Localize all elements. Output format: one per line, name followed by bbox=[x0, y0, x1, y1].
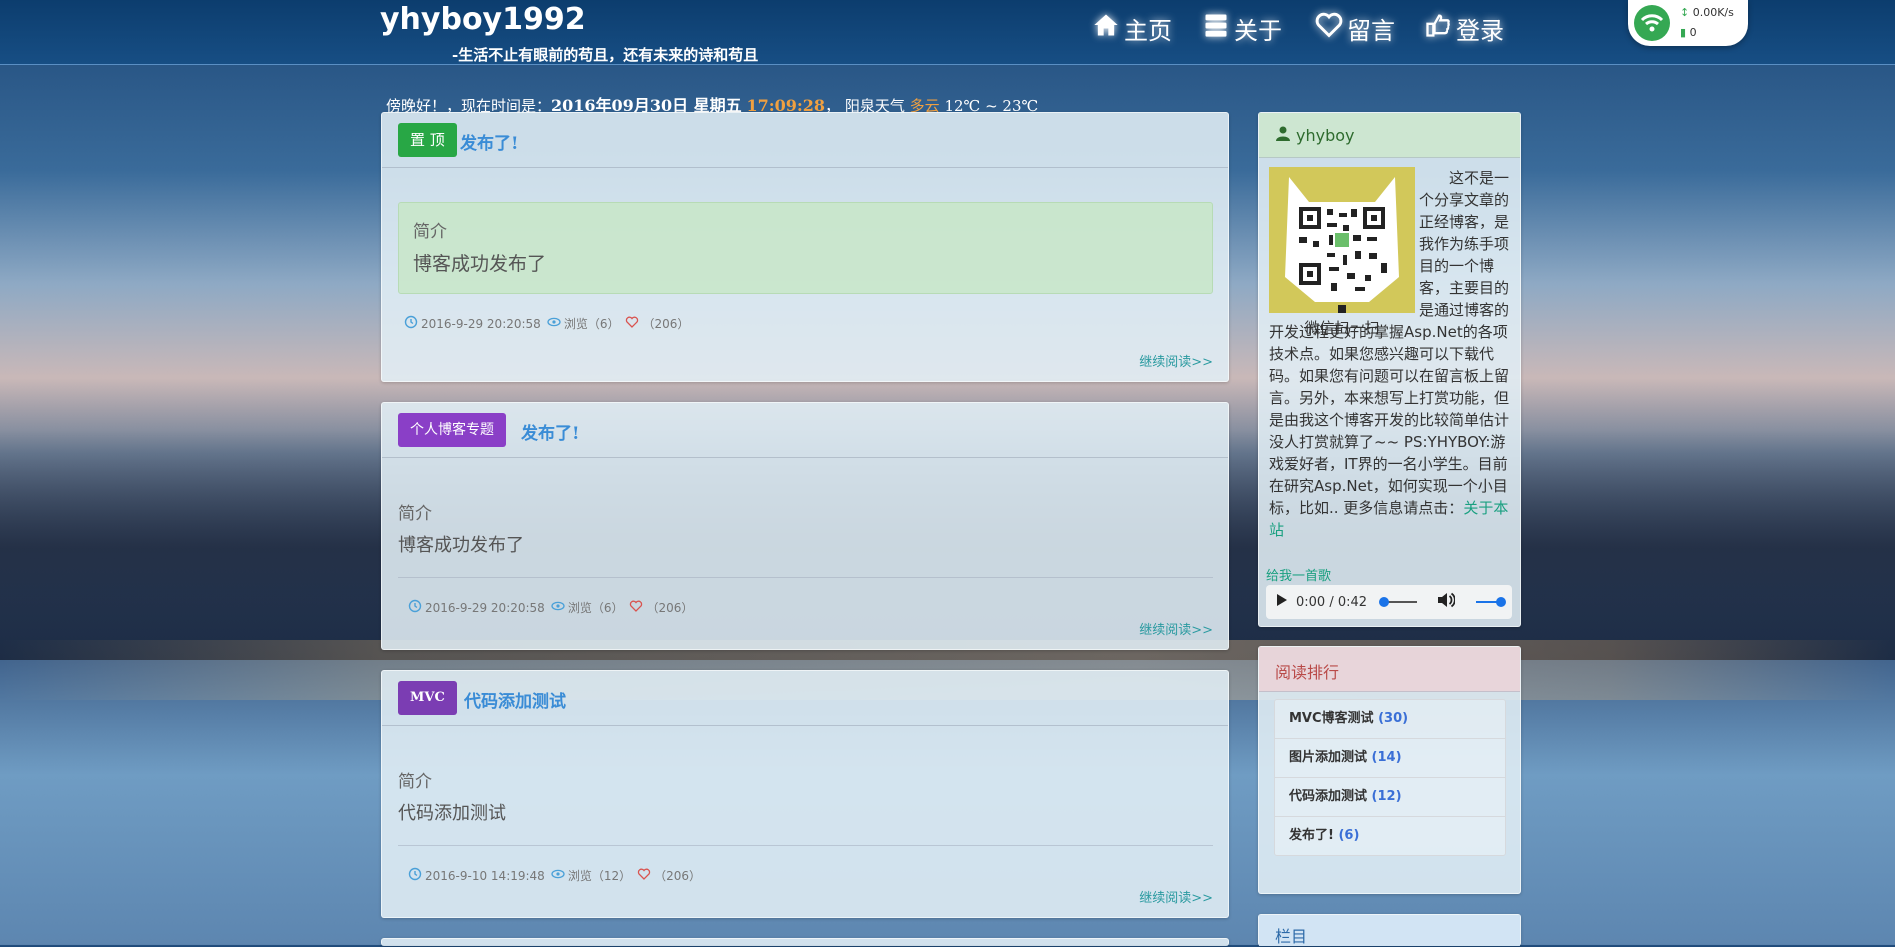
audio-progress-slider[interactable] bbox=[1379, 596, 1419, 608]
post-divider bbox=[398, 577, 1213, 578]
column-panel: 栏目 bbox=[1258, 914, 1521, 946]
play-icon[interactable] bbox=[1276, 593, 1288, 611]
profile-header: yhyboy bbox=[1259, 113, 1520, 158]
post-tag[interactable]: 个人博客专题 bbox=[398, 413, 506, 447]
profile-panel: yhyboy 微信扫一扫 这不是一个分享文章的正经博客，是我作为练手项目的一个博 bbox=[1258, 112, 1521, 627]
column-header: 栏目 bbox=[1259, 915, 1520, 946]
ranking-panel: 阅读排行 MVC博客测试 (30) 图片添加测试 (14) 代码添加测试 (12… bbox=[1258, 646, 1521, 894]
song-link[interactable]: 给我一首歌 bbox=[1266, 565, 1331, 584]
heart-icon bbox=[623, 599, 646, 616]
site-subtitle: -生活不止有眼前的苟且，还有未来的诗和苟且 bbox=[452, 46, 759, 64]
site-header: yhyboy1992 -生活不止有眼前的苟且，还有未来的诗和苟且 主页 关于 留… bbox=[0, 0, 1895, 65]
eye-icon bbox=[541, 315, 564, 332]
ranking-header: 阅读排行 bbox=[1259, 647, 1520, 692]
post-card: 置 顶 发布了! 简介 博客成功发布了 2016-9-29 20:20:58 浏… bbox=[381, 112, 1229, 382]
rank-item-name: 发布了! bbox=[1289, 828, 1334, 843]
post-divider bbox=[398, 845, 1213, 846]
post-meta: 2016-9-29 20:20:58 浏览（6） （206） bbox=[398, 315, 689, 332]
rank-item-name: MVC博客测试 bbox=[1289, 711, 1374, 726]
nav-message[interactable]: 留言 bbox=[1315, 8, 1395, 48]
post-card-header: 置 顶 发布了! bbox=[382, 113, 1228, 168]
post-date: 2016-9-29 20:20:58 bbox=[425, 600, 545, 615]
nav-home[interactable]: 主页 bbox=[1092, 8, 1172, 48]
list-icon bbox=[1202, 11, 1234, 45]
wifi-icon bbox=[1634, 5, 1670, 41]
user-icon bbox=[1275, 125, 1291, 145]
list-item[interactable]: 代码添加测试 (12) bbox=[1275, 778, 1505, 817]
nav-home-label: 主页 bbox=[1124, 16, 1172, 45]
post-title[interactable]: 代码添加测试 bbox=[464, 687, 566, 712]
post-card: 个人博客专题 发布了! 简介 博客成功发布了 2016-9-29 20:20:5… bbox=[381, 402, 1229, 650]
post-title[interactable]: 发布了! bbox=[521, 419, 579, 444]
list-item[interactable]: 发布了! (6) bbox=[1275, 817, 1505, 855]
post-views: 浏览（6） bbox=[567, 601, 624, 615]
read-more-link[interactable]: 继续阅读>> bbox=[1139, 619, 1213, 638]
post-date: 2016-9-29 20:20:58 bbox=[421, 316, 541, 331]
profile-name: yhyboy bbox=[1296, 125, 1355, 145]
list-item[interactable]: MVC博客测试 (30) bbox=[1275, 700, 1505, 739]
post-likes: （206） bbox=[642, 317, 690, 331]
rank-item-count: (6) bbox=[1338, 828, 1360, 843]
clock-icon bbox=[398, 315, 421, 332]
read-more-link[interactable]: 继续阅读>> bbox=[1139, 351, 1213, 370]
network-speed-widget[interactable]: ↕ 0.00K/s ▮ 0 bbox=[1628, 0, 1748, 46]
post-tag[interactable]: MVC bbox=[398, 681, 457, 715]
post-summary-box: 简介 博客成功发布了 bbox=[398, 202, 1213, 294]
summary-text: 博客成功发布了 bbox=[398, 535, 524, 556]
home-icon bbox=[1092, 11, 1124, 45]
rank-item-count: (14) bbox=[1371, 750, 1402, 765]
list-item[interactable]: 图片添加测试 (14) bbox=[1275, 739, 1505, 778]
summary-text: 博客成功发布了 bbox=[413, 253, 547, 275]
summary-text: 代码添加测试 bbox=[398, 803, 506, 824]
net-count-text: ▮ 0 bbox=[1680, 26, 1697, 39]
ranking-title: 阅读排行 bbox=[1275, 663, 1340, 682]
eye-icon bbox=[545, 867, 568, 884]
hand-icon bbox=[1424, 11, 1456, 45]
read-more-link[interactable]: 继续阅读>> bbox=[1139, 887, 1213, 906]
post-tag[interactable]: 置 顶 bbox=[398, 123, 457, 157]
site-title[interactable]: yhyboy1992 bbox=[380, 2, 586, 37]
net-speed-text: ↕ 0.00K/s bbox=[1680, 6, 1734, 19]
volume-slider[interactable] bbox=[1475, 596, 1507, 608]
nav-login[interactable]: 登录 bbox=[1424, 8, 1504, 48]
heart-icon bbox=[631, 867, 654, 884]
clock-icon bbox=[402, 599, 425, 616]
ranking-list: MVC博客测试 (30) 图片添加测试 (14) 代码添加测试 (12) 发布了… bbox=[1274, 699, 1506, 856]
post-card-header: MVC 代码添加测试 bbox=[382, 671, 1228, 726]
post-card-header: 个人博客专题 发布了! bbox=[382, 403, 1228, 458]
post-date: 2016-9-10 14:19:48 bbox=[425, 868, 545, 883]
nav-about[interactable]: 关于 bbox=[1202, 8, 1282, 48]
rank-item-count: (30) bbox=[1378, 711, 1409, 726]
rank-item-name: 图片添加测试 bbox=[1289, 750, 1368, 765]
post-title[interactable]: 发布了! bbox=[460, 129, 518, 154]
column-title: 栏目 bbox=[1275, 927, 1308, 946]
heart-icon bbox=[1315, 11, 1347, 45]
volume-icon[interactable] bbox=[1437, 592, 1456, 612]
profile-intro: 这不是一个分享文章的正经博客，是我作为练手项目的一个博客，主要目的是通过博客的开… bbox=[1269, 169, 1510, 539]
nav-login-label: 登录 bbox=[1456, 16, 1504, 45]
clock-icon bbox=[402, 867, 425, 884]
profile-title: yhyboy bbox=[1275, 125, 1355, 145]
nav-about-label: 关于 bbox=[1234, 16, 1282, 45]
post-card: MVC 代码添加测试 简介 代码添加测试 2016-9-10 14:19:48 … bbox=[381, 670, 1229, 918]
post-likes: （206） bbox=[646, 601, 694, 615]
summary-label: 简介 bbox=[398, 772, 432, 792]
audio-time: 0:00 / 0:42 bbox=[1296, 594, 1368, 610]
rank-item-name: 代码添加测试 bbox=[1289, 789, 1368, 804]
post-likes: （206） bbox=[654, 869, 701, 883]
heart-icon bbox=[619, 315, 642, 332]
post-views: 浏览（12） bbox=[567, 869, 632, 883]
summary-label: 简介 bbox=[398, 504, 432, 524]
post-meta: 2016-9-29 20:20:58 浏览（6） （206） bbox=[402, 599, 693, 616]
eye-icon bbox=[545, 599, 568, 616]
post-meta: 2016-9-10 14:19:48 浏览（12） （206） bbox=[402, 867, 701, 884]
summary-label: 简介 bbox=[413, 222, 447, 242]
rank-item-count: (12) bbox=[1371, 789, 1402, 804]
nav-message-label: 留言 bbox=[1347, 16, 1395, 45]
audio-player[interactable]: 0:00 / 0:42 bbox=[1266, 585, 1512, 619]
post-views: 浏览（6） bbox=[563, 317, 620, 331]
